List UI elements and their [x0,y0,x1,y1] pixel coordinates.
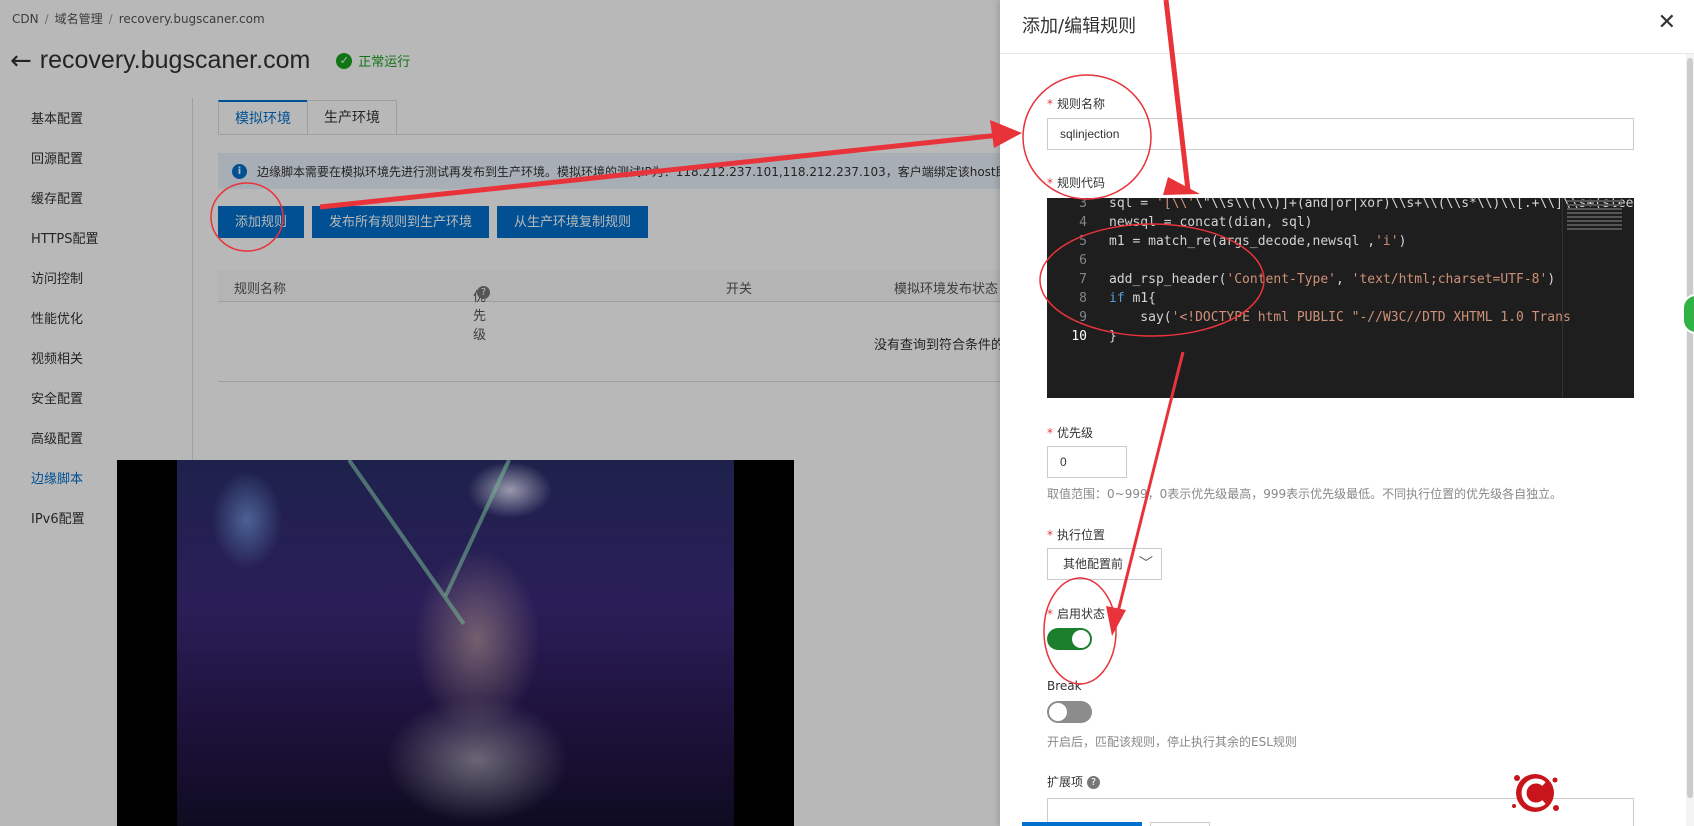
extension-label: 扩展项? [1047,773,1101,790]
toggle-knob [1049,703,1067,721]
exec-position-label: * 执行位置 [1047,528,1106,542]
modal-mask[interactable] [0,0,1000,826]
code-line: 4 newsql = concat(dian, sql) [1047,213,1313,232]
edit-rule-drawer: 添加/编辑规则 ✕ *规则名称 *规则代码 10}9 say('<!DOCTYP… [1000,0,1694,826]
code-line: 7 add_rsp_header('Content-Type', 'text/ht… [1047,270,1555,289]
rule-code-editor[interactable]: 10} 9 say('<!DOCTYPE html PUBLIC "-//W3C/… [1047,198,1634,398]
close-icon[interactable]: ✕ [1658,10,1676,35]
submit-button[interactable] [1022,822,1142,826]
drawer-title: 添加/编辑规则 [1022,16,1137,37]
enabled-toggle[interactable] [1047,628,1092,650]
code-line: 9 say('<!DOCTYPE html PUBLIC "-//W3C//DT… [1047,308,1571,327]
break-hint: 开启后，匹配该规则，停止执行其余的ESL规则 [1047,735,1297,749]
enabled-label: * 启用状态 [1047,607,1106,621]
code-minimap[interactable] [1562,198,1626,398]
drawer-scrollbar[interactable] [1686,54,1694,826]
code-text: say('<!DOCTYPE html PUBLIC "-//W3C//DTD … [1109,310,1571,325]
exec-position-select[interactable]: 其他配置前 ﹀ [1047,548,1162,580]
break-label: Break [1047,679,1082,693]
code-line: 3 sql = '[\\'\"\\s\\(\\)]+(and|or|xor)\\s… [1047,198,1634,213]
chevron-down-icon: ﹀ [1139,556,1153,572]
line-number: 10 [1071,329,1087,344]
help-icon[interactable]: ? [1087,776,1101,789]
cancel-button[interactable] [1150,822,1210,826]
priority-hint: 取值范围：0~999，0表示优先级最高，999表示优先级最低。不同执行位置的优先… [1047,487,1563,501]
scrollbar-thumb[interactable] [1687,58,1693,798]
rule-name-label: * 规则名称 [1047,97,1106,111]
rule-code-label: * 规则代码 [1047,176,1106,190]
code-line: 10} [1047,327,1117,346]
code-line: 6 [1047,251,1109,270]
line-number: 7 [1079,272,1087,287]
exec-position-value: 其他配置前 [1063,557,1124,571]
code-text: } [1109,329,1117,344]
floating-help-bubble[interactable] [1682,294,1694,334]
break-toggle[interactable] [1047,701,1092,723]
code-text: if m1{ [1109,291,1156,306]
drawer-header: 添加/编辑规则 ✕ [1000,0,1694,54]
toggle-knob [1072,630,1090,648]
priority-label: * 优先级 [1047,426,1094,440]
line-number: 3 [1079,198,1087,211]
code-text: sql = '[\\'\"\\s\\(\\)]+(and|or|xor)\\s+… [1109,198,1634,211]
code-line: 5 m1 = match_re(args_decode,newsql ,'i') [1047,232,1406,251]
code-text: add_rsp_header('Content-Type', 'text/htm… [1109,272,1556,287]
line-number: 4 [1079,215,1087,230]
rule-name-input[interactable] [1047,118,1634,150]
line-number: 5 [1079,234,1087,249]
watermark-logo-icon [1512,774,1559,812]
line-number: 6 [1079,253,1087,268]
code-text: newsql = concat(dian, sql) [1109,215,1313,230]
code-text: m1 = match_re(args_decode,newsql ,'i') [1109,234,1407,249]
priority-input[interactable] [1047,446,1127,478]
line-number: 9 [1079,310,1087,325]
line-number: 8 [1079,291,1087,306]
code-line: 8 if m1{ [1047,289,1156,308]
